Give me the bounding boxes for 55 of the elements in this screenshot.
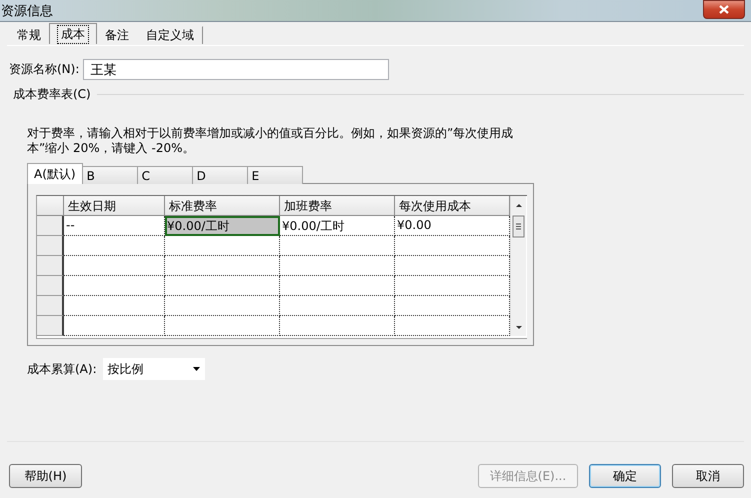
table-cell[interactable]	[280, 236, 395, 256]
table-cell[interactable]	[280, 276, 395, 296]
column-header: 标准费率	[165, 196, 280, 216]
close-button[interactable]	[703, 0, 745, 19]
table-cell[interactable]	[280, 256, 395, 276]
tab[interactable]: C	[136, 166, 193, 184]
group-label: 成本费率表(C)	[13, 86, 91, 103]
help-button[interactable]: 帮助(H)	[9, 464, 82, 488]
ok-button[interactable]: 确定	[589, 464, 661, 488]
dropdown-arrow-icon	[192, 367, 200, 371]
close-icon	[719, 5, 729, 14]
resource-name-field[interactable]: 王某	[83, 59, 390, 80]
field-label: 成本累算(A):	[27, 360, 97, 378]
table-cell[interactable]	[64, 316, 165, 336]
table-cell[interactable]: ¥0.00/工时	[280, 216, 395, 236]
table-cell[interactable]	[64, 236, 165, 256]
table-cell[interactable]	[165, 296, 280, 316]
column-header: 生效日期	[64, 196, 165, 216]
cost-accrual-dropdown[interactable]: 按比例	[102, 358, 205, 380]
table-cell[interactable]	[64, 276, 165, 296]
tab[interactable]: D	[192, 166, 248, 184]
table-cell[interactable]	[64, 296, 165, 316]
window-title: 资源信息	[1, 2, 54, 20]
field-label: 资源名称(N):	[9, 61, 80, 78]
row-header-corner	[37, 196, 64, 216]
row-header[interactable]	[37, 316, 64, 336]
table-cell[interactable]	[280, 316, 395, 336]
row-header[interactable]	[37, 296, 64, 316]
row-header[interactable]	[37, 236, 64, 256]
table-cell[interactable]	[165, 276, 280, 296]
table-cell[interactable]	[64, 256, 165, 276]
column-header: 加班费率	[280, 196, 395, 216]
column-header: 每次使用成本	[395, 196, 510, 216]
tab[interactable]: 自定义域	[137, 26, 203, 44]
cancel-button[interactable]: 取消	[672, 464, 744, 488]
table-cell[interactable]	[395, 276, 510, 296]
table-cell[interactable]	[395, 296, 510, 316]
table-cell[interactable]	[395, 316, 510, 336]
row-header[interactable]	[37, 256, 64, 276]
table-cell[interactable]	[395, 256, 510, 276]
table-cell[interactable]	[165, 236, 280, 256]
tab[interactable]: E	[246, 166, 303, 184]
table-cell[interactable]	[165, 256, 280, 276]
table-cell[interactable]	[395, 236, 510, 256]
tab[interactable]: 成本	[49, 23, 97, 44]
tab[interactable]: A(默认)	[27, 163, 83, 184]
row-header[interactable]	[37, 216, 64, 236]
tab[interactable]: B	[82, 166, 138, 184]
scrollbar[interactable]	[510, 196, 526, 336]
table-cell[interactable]	[165, 316, 280, 336]
instruction-text: 对于费率，请输入相对于以前费率增加或减小的值或百分比。例如，如果资源的”每次使用成本”缩小 20%，请键入 -20%。	[27, 126, 514, 156]
table-cell[interactable]: ¥0.00/工时	[165, 216, 280, 236]
row-header[interactable]	[37, 276, 64, 296]
table-cell[interactable]: ¥0.00	[395, 216, 510, 236]
table-cell[interactable]	[280, 296, 395, 316]
